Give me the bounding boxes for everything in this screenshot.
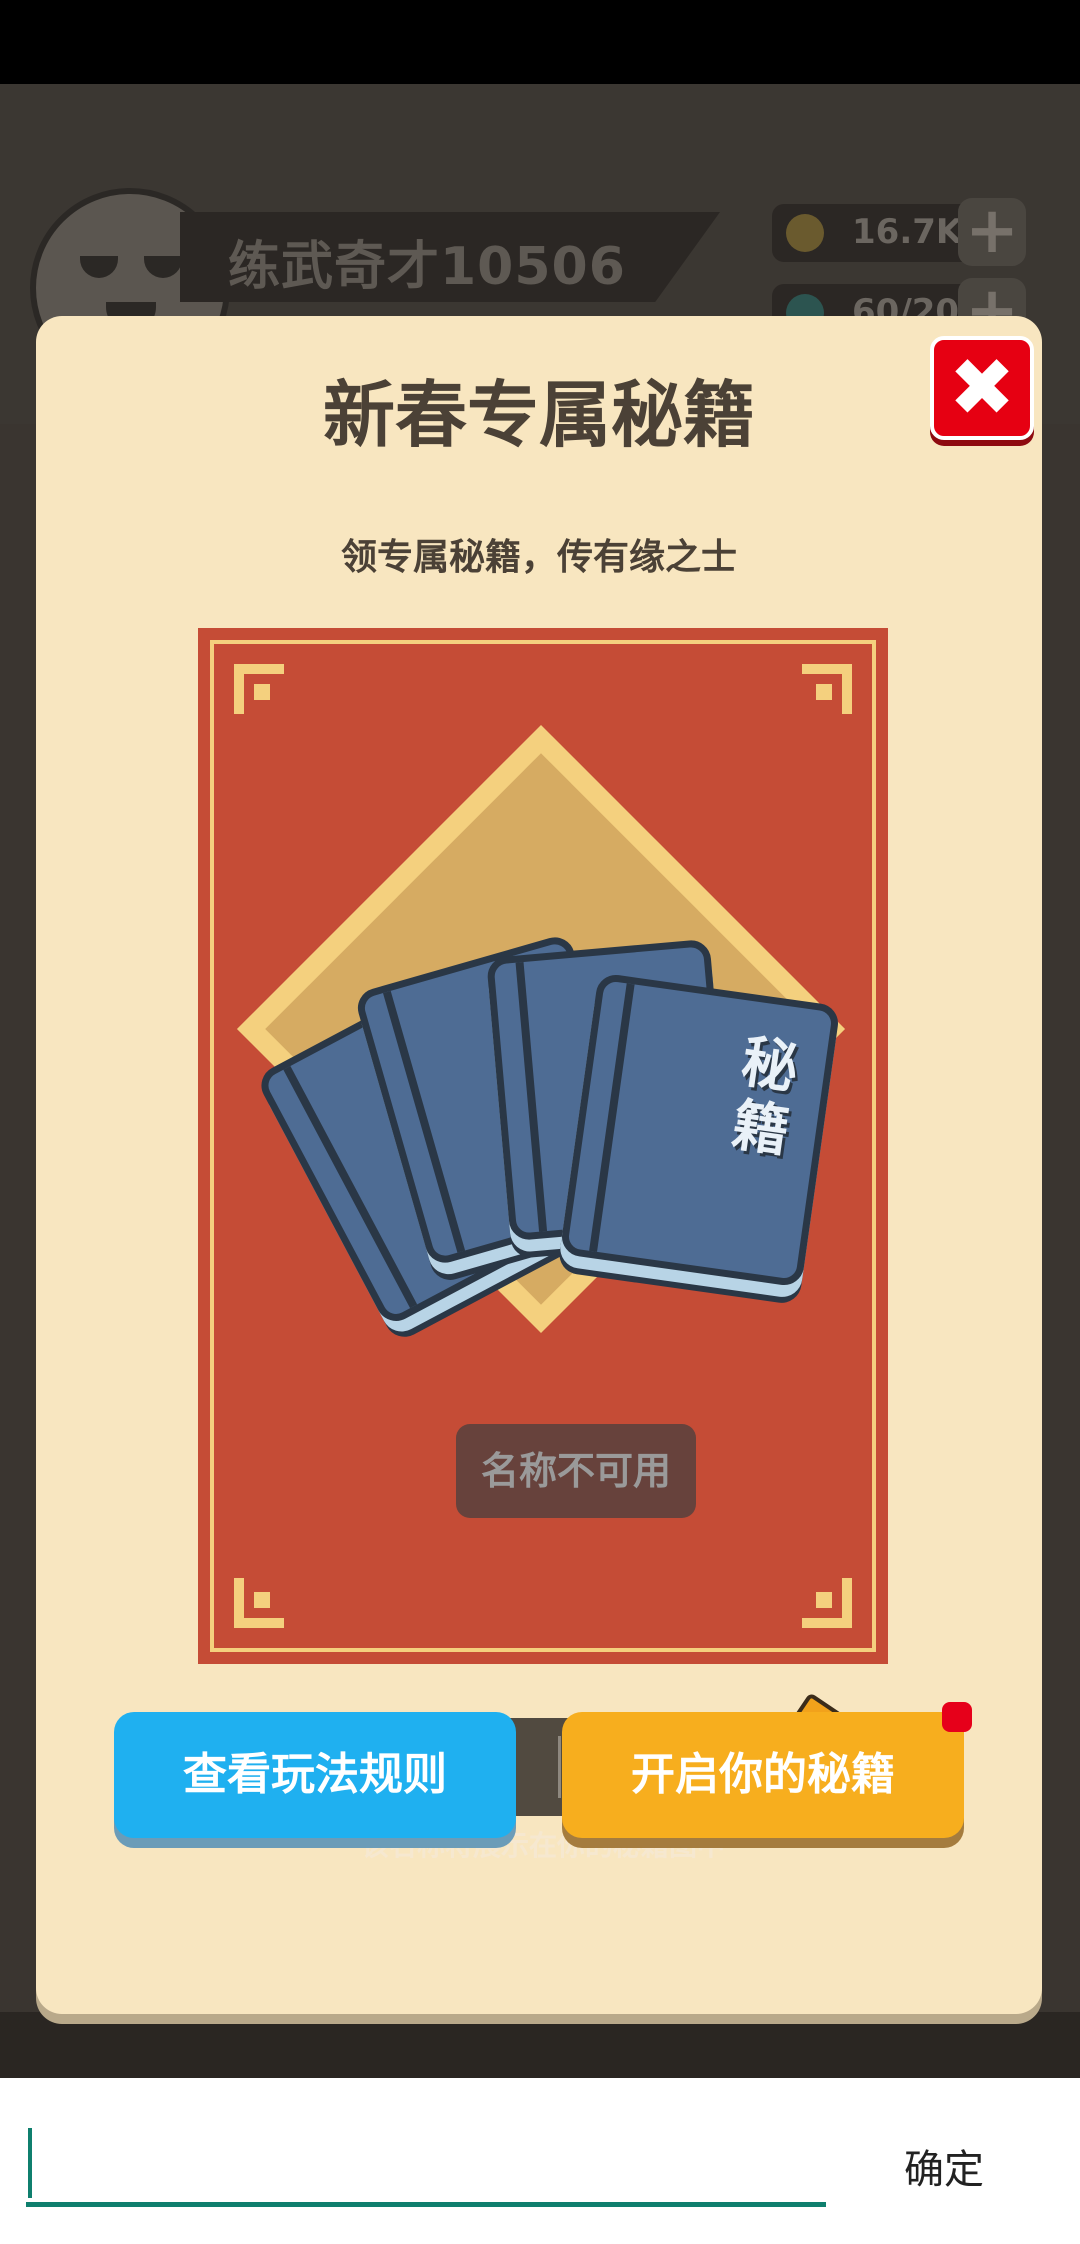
corner-ornament: [234, 664, 284, 714]
event-modal: 新春专属秘籍 ✖ 领专属秘籍，传有缘之士 秘籍 秘籍 秘籍 秘籍 名称不可用: [36, 316, 1042, 2014]
coin-icon: [786, 214, 824, 252]
confirm-button[interactable]: 确定: [874, 2134, 1014, 2198]
coin-amount: 16.7K: [852, 212, 963, 252]
open-book-label: 开启你的秘籍: [631, 1749, 895, 1800]
status-bar: [0, 0, 1080, 84]
close-icon: ✖: [948, 341, 1016, 434]
corner-ornament: [802, 1578, 852, 1628]
corner-ornament: [234, 1578, 284, 1628]
modal-title: 新春专属秘籍: [322, 373, 755, 457]
open-book-button[interactable]: 开启你的秘籍: [562, 1702, 972, 1838]
book-title: 秘籍: [728, 1029, 802, 1166]
book-spine: [515, 962, 548, 1232]
name-status-toast: 名称不可用: [456, 1424, 696, 1518]
text-caret: [558, 1736, 561, 1798]
avatar-eye-left: [80, 256, 118, 278]
game-bottom-nav: [0, 2012, 1080, 2078]
book-spine: [589, 983, 635, 1252]
book-icon: 秘籍: [559, 972, 841, 1288]
avatar-eye-right: [144, 256, 182, 278]
book-card: 秘籍 秘籍 秘籍 秘籍 名称不可用 该名称将展示在你的秘籍图中: [198, 628, 888, 1862]
view-rules-button[interactable]: 查看玩法规则: [114, 1712, 516, 1838]
red-dot-badge: [942, 1702, 972, 1732]
add-coins-button[interactable]: +: [958, 198, 1026, 266]
text-input[interactable]: [26, 2132, 826, 2207]
modal-subtitle: 领专属秘籍，传有缘之士: [340, 537, 737, 578]
close-button[interactable]: ✖: [930, 336, 1034, 440]
player-name: 练武奇才10506: [228, 237, 626, 297]
input-bar: 确定: [0, 2078, 1080, 2244]
coin-counter: 16.7K +: [772, 198, 1026, 266]
input-cursor: [28, 2128, 32, 2198]
corner-ornament: [802, 664, 852, 714]
